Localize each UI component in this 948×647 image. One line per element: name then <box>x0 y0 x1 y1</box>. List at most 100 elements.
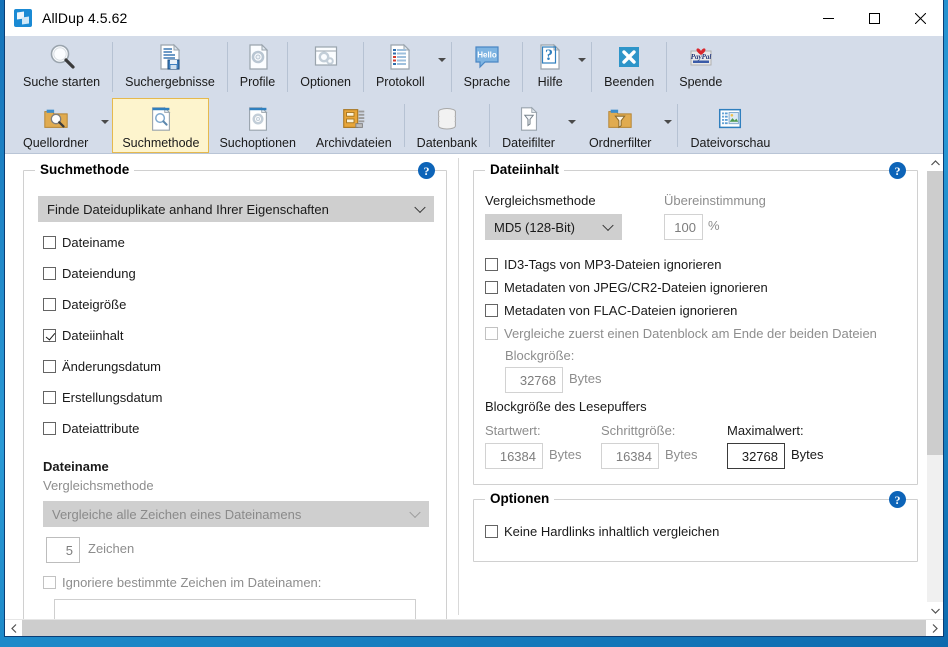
ignore-id3-tags-row[interactable]: ID3-Tags von MP3-Dateien ignorieren <box>485 257 722 272</box>
horizontal-scrollbar[interactable] <box>5 619 943 636</box>
ordnerfilter-dropdown-arrow[interactable] <box>661 98 675 153</box>
vertical-scroll-thumb[interactable] <box>927 171 943 456</box>
ignore-jpeg-metadata-row[interactable]: Metadaten von JPEG/CR2-Dateien ignoriere… <box>485 280 768 295</box>
help-icon-optionen[interactable]: ? <box>889 491 906 508</box>
toolbar-button-profile[interactable]: Profile <box>230 36 285 98</box>
ignore-chars-input[interactable] <box>54 599 416 619</box>
content-compare-method-combo[interactable]: MD5 (128-Bit) <box>485 214 622 240</box>
paypal-heart-icon: PayPal <box>686 42 716 72</box>
toolbar-label: Suchmethode <box>122 136 200 150</box>
criteria-erstellungsdatum[interactable]: Erstellungsdatum <box>43 390 162 405</box>
blocksize-input[interactable]: 32768 <box>505 367 563 393</box>
minimize-icon[interactable] <box>805 0 851 36</box>
maximalwert-unit-label: Bytes <box>791 447 824 462</box>
filename-compare-method-combo[interactable]: Vergleiche alle Zeichen eines Dateinamen… <box>43 501 429 527</box>
startwert-value: 16384 <box>499 448 536 464</box>
toolbar-button-spende[interactable]: PayPal Spende <box>669 36 732 98</box>
search-method-combo[interactable]: Finde Dateiduplikate anhand Ihrer Eigens… <box>38 196 434 222</box>
no-hardlinks-row[interactable]: Keine Hardlinks inhaltlich vergleichen <box>485 524 719 539</box>
toolbar-label: Suchergebnisse <box>125 75 215 89</box>
checkbox[interactable] <box>43 267 56 280</box>
toolbar-button-suchergebnisse[interactable]: Suchergebnisse <box>115 36 225 98</box>
checkbox[interactable] <box>43 391 56 404</box>
toolbar-label: Hilfe <box>537 75 563 89</box>
help-icon-dateiinhalt[interactable]: ? <box>889 162 906 179</box>
horizontal-scroll-track[interactable] <box>22 620 926 636</box>
criteria-dateigroesse[interactable]: Dateigröße <box>43 297 126 312</box>
chars-unit-label: Zeichen <box>88 541 135 556</box>
match-unit-label: % <box>708 218 720 233</box>
document-filter-icon <box>515 104 543 133</box>
document-save-icon <box>155 42 185 72</box>
startwert-input[interactable]: 16384 <box>485 443 543 469</box>
horizontal-scroll-thumb[interactable] <box>22 620 926 636</box>
maximalwert-input[interactable]: 32768 <box>727 443 785 469</box>
toolbar-label: Datenbank <box>416 136 478 150</box>
toolbar-separator <box>450 42 452 92</box>
toolbar-button-beenden[interactable]: Beenden <box>594 36 664 98</box>
checkbox[interactable] <box>485 304 498 317</box>
toolbar-button-archivdateien[interactable]: Archivdateien <box>306 98 402 153</box>
chevron-down-icon <box>567 120 576 124</box>
toolbar-button-ordnerfilter[interactable]: Ordnerfilter <box>579 98 662 153</box>
ignore-chars-checkbox-row[interactable]: Ignoriere bestimmte Zeichen im Dateiname… <box>43 575 321 590</box>
close-icon[interactable] <box>897 0 943 36</box>
chevron-down-icon <box>414 201 426 214</box>
ignore-flac-metadata-row[interactable]: Metadaten von FLAC-Dateien ignorieren <box>485 303 737 318</box>
schrittgroesse-input[interactable]: 16384 <box>601 443 659 469</box>
toolbar-button-dateivorschau[interactable]: Dateivorschau <box>680 98 780 153</box>
scroll-down-icon[interactable] <box>927 602 943 619</box>
match-percent-input[interactable]: 100 <box>664 214 703 240</box>
criteria-dateiendung[interactable]: Dateiendung <box>43 266 136 281</box>
toolbar-label: Protokoll <box>375 75 425 89</box>
scroll-left-icon[interactable] <box>5 620 22 636</box>
checkbox[interactable] <box>485 525 498 538</box>
toolbar-button-suche-starten[interactable]: Suche starten <box>13 36 110 98</box>
toolbar-button-suchoptionen[interactable]: Suchoptionen <box>209 98 305 153</box>
window-title: AllDup 4.5.62 <box>42 9 128 26</box>
hello-speech-bubble-icon: Hello <box>472 42 502 72</box>
toolbar-button-protokoll[interactable]: Protokoll <box>366 36 435 98</box>
toolbar-button-sprache[interactable]: Hello Sprache <box>454 36 521 98</box>
criteria-dateiname[interactable]: Dateiname <box>43 235 125 250</box>
checkbox[interactable] <box>43 422 56 435</box>
schrittgroesse-label: Schrittgröße: <box>601 423 676 438</box>
toolbar-button-optionen[interactable]: Optionen <box>290 36 361 98</box>
vertical-scroll-track[interactable] <box>927 171 943 602</box>
toolbar-label: Optionen <box>300 75 351 89</box>
maximize-icon[interactable] <box>851 0 897 36</box>
chars-count-input[interactable]: 5 <box>46 537 80 563</box>
chars-count-value: 5 <box>65 542 73 558</box>
checkbox[interactable] <box>43 576 56 589</box>
checkbox[interactable] <box>485 258 498 271</box>
hilfe-dropdown-arrow[interactable] <box>575 36 589 98</box>
toolbar-button-suchmethode[interactable]: Suchmethode <box>112 98 210 153</box>
criteria-aenderungsdatum[interactable]: Änderungsdatum <box>43 359 161 374</box>
chevron-down-icon <box>101 120 110 124</box>
checkbox[interactable] <box>43 329 56 342</box>
quellordner-dropdown-arrow[interactable] <box>98 98 112 153</box>
compare-end-block-row[interactable]: Vergleiche zuerst einen Datenblock am En… <box>485 326 877 341</box>
checkbox[interactable] <box>485 281 498 294</box>
toolbar-button-datenbank[interactable]: Datenbank <box>407 98 487 153</box>
criteria-dateiattribute[interactable]: Dateiattribute <box>43 421 139 436</box>
checkbox[interactable] <box>485 327 498 340</box>
toolbar-button-hilfe[interactable]: ? Hilfe <box>525 36 575 98</box>
image-preview-icon <box>716 104 744 133</box>
dateifilter-dropdown-arrow[interactable] <box>565 98 579 153</box>
group-title-optionen: Optionen <box>485 491 555 506</box>
startwert-unit-label: Bytes <box>549 447 582 462</box>
vertical-scrollbar[interactable] <box>926 154 943 619</box>
scroll-right-icon[interactable] <box>926 620 943 636</box>
checkbox[interactable] <box>43 236 56 249</box>
criteria-dateiinhalt[interactable]: Dateiinhalt <box>43 328 123 343</box>
help-icon-suchmethode[interactable]: ? <box>418 162 435 179</box>
toolbar-button-quellordner[interactable]: Quellordner <box>13 98 98 153</box>
ignore-jpeg-metadata-label: Metadaten von JPEG/CR2-Dateien ignoriere… <box>504 280 768 295</box>
checkbox[interactable] <box>43 360 56 373</box>
checkbox[interactable] <box>43 298 56 311</box>
scroll-up-icon[interactable] <box>927 154 943 171</box>
toolbar-button-dateifilter[interactable]: Dateifilter <box>492 98 565 153</box>
toolbar-separator <box>287 42 289 92</box>
protokoll-dropdown-arrow[interactable] <box>435 36 449 98</box>
